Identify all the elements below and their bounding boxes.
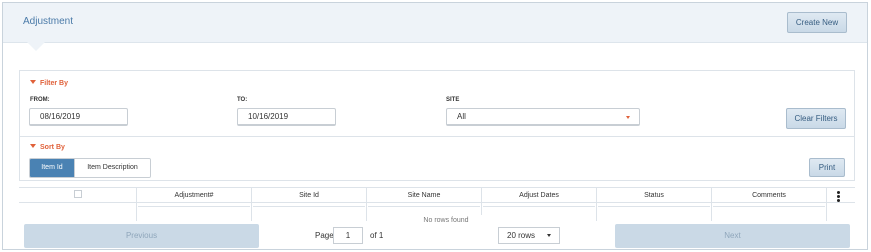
sort-by-heading: Sort By xyxy=(40,144,65,151)
filter-cell-status[interactable] xyxy=(597,204,712,221)
from-label: FROM: xyxy=(30,97,50,103)
column-header-site-id[interactable]: Site Id xyxy=(252,188,367,204)
adjustment-grid: Adjustment# Site Id Site Name Adjust Dat… xyxy=(19,187,855,227)
site-select-value: All xyxy=(457,112,466,121)
kebab-menu-icon[interactable] xyxy=(837,191,840,203)
clear-filters-button[interactable]: Clear Filters xyxy=(786,108,846,129)
page-number-input[interactable]: 1 xyxy=(333,227,363,244)
page-header: Adjustment Create New xyxy=(3,3,867,43)
filter-cell-site-id[interactable] xyxy=(252,204,367,221)
sort-option-item-id[interactable]: Item Id xyxy=(30,159,74,177)
create-new-button[interactable]: Create New xyxy=(787,12,847,33)
page-label: Page xyxy=(315,231,334,240)
previous-button[interactable]: Previous xyxy=(24,224,259,248)
chevron-down-icon xyxy=(626,116,630,119)
next-button[interactable]: Next xyxy=(615,224,850,248)
column-header-site-name[interactable]: Site Name xyxy=(367,188,482,204)
filter-cell-adjust-dates[interactable] xyxy=(482,204,597,221)
filter-cell xyxy=(19,204,137,221)
grid-header: Adjustment# Site Id Site Name Adjust Dat… xyxy=(19,187,855,204)
filter-cell-adjustment[interactable] xyxy=(137,204,252,221)
rows-per-page-select[interactable]: 20 rows xyxy=(498,227,560,244)
filter-by-toggle[interactable]: Filter By xyxy=(30,80,68,87)
print-button[interactable]: Print xyxy=(809,158,845,177)
filter-panel: Filter By FROM: 08/16/2019 TO: 10/16/201… xyxy=(19,70,855,181)
site-select[interactable]: All xyxy=(446,108,640,126)
to-date-field[interactable]: 10/16/2019 xyxy=(237,108,336,126)
column-header-adjust-dates[interactable]: Adjust Dates xyxy=(482,188,597,204)
column-header-adjustment[interactable]: Adjustment# xyxy=(137,188,252,204)
triangle-down-icon xyxy=(30,80,36,84)
filter-by-heading: Filter By xyxy=(40,80,69,87)
site-label: SITE xyxy=(446,97,460,103)
filter-cell-comments[interactable] xyxy=(712,204,827,221)
adjustment-panel: Adjustment Create New Filter By FROM: 08… xyxy=(2,2,868,250)
select-all-column xyxy=(19,188,137,204)
rows-per-page-value: 20 rows xyxy=(507,231,536,240)
column-header-comments[interactable]: Comments xyxy=(712,188,827,204)
page-title: Adjustment xyxy=(23,16,74,27)
sort-option-item-description[interactable]: Item Description xyxy=(74,159,150,177)
header-pointer xyxy=(27,42,45,51)
to-label: TO: xyxy=(237,97,248,103)
sort-by-toggle[interactable]: Sort By xyxy=(30,144,65,151)
section-divider xyxy=(20,136,854,137)
from-date-field[interactable]: 08/16/2019 xyxy=(29,108,128,126)
sort-toggle-group: Item Id Item Description xyxy=(29,158,151,178)
checkbox-icon[interactable] xyxy=(73,190,82,199)
column-header-status[interactable]: Status xyxy=(597,188,712,204)
pagination-bar: Previous Page 1 of 1 20 rows Next xyxy=(19,224,855,249)
page-total-label: of 1 xyxy=(370,231,384,240)
chevron-down-icon xyxy=(547,234,551,237)
triangle-down-icon xyxy=(30,144,36,148)
